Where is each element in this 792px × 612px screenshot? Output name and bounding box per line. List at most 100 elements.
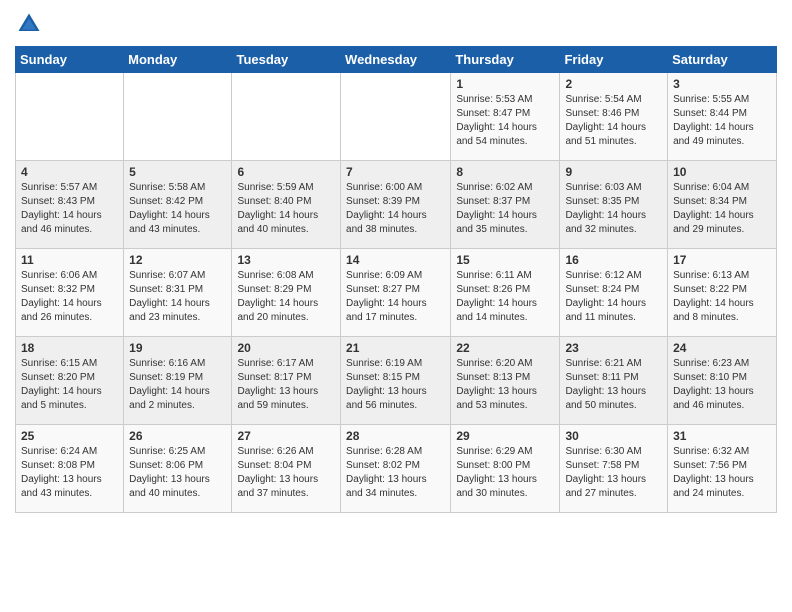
header-day-friday: Friday xyxy=(560,47,668,73)
calendar-cell: 16 Sunrise: 6:12 AM Sunset: 8:24 PM Dayli… xyxy=(560,249,668,337)
day-info: Sunrise: 6:13 AM Sunset: 8:22 PM Dayligh… xyxy=(673,269,771,325)
day-number: 5 xyxy=(129,165,226,179)
day-info: Sunrise: 6:09 AM Sunset: 8:27 PM Dayligh… xyxy=(346,269,445,325)
day-number: 8 xyxy=(456,165,554,179)
calendar-cell: 3Sunrise: 5:55 AM Sunset: 8:44 PM Daylig… xyxy=(668,73,777,161)
day-info: Sunrise: 6:30 AM Sunset: 7:58 PM Dayligh… xyxy=(565,445,662,501)
header-day-thursday: Thursday xyxy=(451,47,560,73)
day-number: 17 xyxy=(673,253,771,267)
day-number: 25 xyxy=(21,429,118,443)
day-info: Sunrise: 6:28 AM Sunset: 8:02 PM Dayligh… xyxy=(346,445,445,501)
day-info: Sunrise: 6:26 AM Sunset: 8:04 PM Dayligh… xyxy=(237,445,335,501)
day-info: Sunrise: 5:57 AM Sunset: 8:43 PM Dayligh… xyxy=(21,181,118,237)
logo xyxy=(15,10,47,38)
week-row-1: 4 Sunrise: 5:57 AM Sunset: 8:43 PM Daylig… xyxy=(16,161,777,249)
day-info: Sunrise: 5:58 AM Sunset: 8:42 PM Dayligh… xyxy=(129,181,226,237)
week-row-4: 25 Sunrise: 6:24 AM Sunset: 8:08 PM Dayli… xyxy=(16,425,777,513)
header-day-sunday: Sunday xyxy=(16,47,124,73)
calendar-cell: 8 Sunrise: 6:02 AM Sunset: 8:37 PM Daylig… xyxy=(451,161,560,249)
calendar-cell: 24 Sunrise: 6:23 AM Sunset: 8:10 PM Dayli… xyxy=(668,337,777,425)
calendar-cell: 12Sunrise: 6:07 AM Sunset: 8:31 PM Dayli… xyxy=(124,249,232,337)
calendar-cell: 21 Sunrise: 6:19 AM Sunset: 8:15 PM Dayli… xyxy=(341,337,451,425)
day-info: Sunrise: 6:03 AM Sunset: 8:35 PM Dayligh… xyxy=(565,181,662,237)
day-number: 11 xyxy=(21,253,118,267)
day-number: 7 xyxy=(346,165,445,179)
day-number: 10 xyxy=(673,165,771,179)
day-number: 29 xyxy=(456,429,554,443)
day-number: 23 xyxy=(565,341,662,355)
header-day-monday: Monday xyxy=(124,47,232,73)
week-row-3: 18 Sunrise: 6:15 AM Sunset: 8:20 PM Dayli… xyxy=(16,337,777,425)
calendar-cell: 28 Sunrise: 6:28 AM Sunset: 8:02 PM Dayli… xyxy=(341,425,451,513)
calendar-cell: 27Sunrise: 6:26 AM Sunset: 8:04 PM Dayli… xyxy=(232,425,341,513)
calendar-cell: 29Sunrise: 6:29 AM Sunset: 8:00 PM Dayli… xyxy=(451,425,560,513)
day-info: Sunrise: 6:15 AM Sunset: 8:20 PM Dayligh… xyxy=(21,357,118,413)
calendar-cell: 23 Sunrise: 6:21 AM Sunset: 8:11 PM Dayli… xyxy=(560,337,668,425)
calendar-cell: 30Sunrise: 6:30 AM Sunset: 7:58 PM Dayli… xyxy=(560,425,668,513)
calendar-cell xyxy=(232,73,341,161)
day-info: Sunrise: 6:04 AM Sunset: 8:34 PM Dayligh… xyxy=(673,181,771,237)
day-number: 13 xyxy=(237,253,335,267)
day-info: Sunrise: 6:16 AM Sunset: 8:19 PM Dayligh… xyxy=(129,357,226,413)
header-row: SundayMondayTuesdayWednesdayThursdayFrid… xyxy=(16,47,777,73)
calendar-cell: 26 Sunrise: 6:25 AM Sunset: 8:06 PM Dayli… xyxy=(124,425,232,513)
calendar-cell: 6 Sunrise: 5:59 AM Sunset: 8:40 PM Daylig… xyxy=(232,161,341,249)
day-number: 14 xyxy=(346,253,445,267)
day-number: 19 xyxy=(129,341,226,355)
day-info: Sunrise: 6:00 AM Sunset: 8:39 PM Dayligh… xyxy=(346,181,445,237)
day-info: Sunrise: 6:20 AM Sunset: 8:13 PM Dayligh… xyxy=(456,357,554,413)
day-info: Sunrise: 6:02 AM Sunset: 8:37 PM Dayligh… xyxy=(456,181,554,237)
day-info: Sunrise: 6:24 AM Sunset: 8:08 PM Dayligh… xyxy=(21,445,118,501)
calendar-cell: 9 Sunrise: 6:03 AM Sunset: 8:35 PM Daylig… xyxy=(560,161,668,249)
day-number: 12 xyxy=(129,253,226,267)
day-number: 26 xyxy=(129,429,226,443)
header xyxy=(15,10,777,38)
calendar-cell: 22 Sunrise: 6:20 AM Sunset: 8:13 PM Dayli… xyxy=(451,337,560,425)
day-info: Sunrise: 6:19 AM Sunset: 8:15 PM Dayligh… xyxy=(346,357,445,413)
day-info: Sunrise: 5:54 AM Sunset: 8:46 PM Dayligh… xyxy=(565,93,662,149)
day-info: Sunrise: 6:11 AM Sunset: 8:26 PM Dayligh… xyxy=(456,269,554,325)
calendar-cell xyxy=(341,73,451,161)
calendar-header: SundayMondayTuesdayWednesdayThursdayFrid… xyxy=(16,47,777,73)
calendar-cell: 7 Sunrise: 6:00 AM Sunset: 8:39 PM Daylig… xyxy=(341,161,451,249)
day-number: 28 xyxy=(346,429,445,443)
header-day-wednesday: Wednesday xyxy=(341,47,451,73)
day-number: 21 xyxy=(346,341,445,355)
header-day-saturday: Saturday xyxy=(668,47,777,73)
day-info: Sunrise: 6:08 AM Sunset: 8:29 PM Dayligh… xyxy=(237,269,335,325)
day-number: 16 xyxy=(565,253,662,267)
calendar-cell xyxy=(16,73,124,161)
calendar-cell: 31Sunrise: 6:32 AM Sunset: 7:56 PM Dayli… xyxy=(668,425,777,513)
day-number: 4 xyxy=(21,165,118,179)
day-number: 15 xyxy=(456,253,554,267)
header-day-tuesday: Tuesday xyxy=(232,47,341,73)
day-number: 24 xyxy=(673,341,771,355)
day-number: 18 xyxy=(21,341,118,355)
day-info: Sunrise: 5:59 AM Sunset: 8:40 PM Dayligh… xyxy=(237,181,335,237)
day-info: Sunrise: 6:17 AM Sunset: 8:17 PM Dayligh… xyxy=(237,357,335,413)
day-number: 6 xyxy=(237,165,335,179)
day-number: 1 xyxy=(456,77,554,91)
calendar-cell: 5 Sunrise: 5:58 AM Sunset: 8:42 PM Daylig… xyxy=(124,161,232,249)
calendar-cell: 14 Sunrise: 6:09 AM Sunset: 8:27 PM Dayli… xyxy=(341,249,451,337)
calendar-cell: 11 Sunrise: 6:06 AM Sunset: 8:32 PM Dayli… xyxy=(16,249,124,337)
calendar-cell: 15 Sunrise: 6:11 AM Sunset: 8:26 PM Dayli… xyxy=(451,249,560,337)
day-info: Sunrise: 6:25 AM Sunset: 8:06 PM Dayligh… xyxy=(129,445,226,501)
calendar-cell: 13 Sunrise: 6:08 AM Sunset: 8:29 PM Dayli… xyxy=(232,249,341,337)
day-number: 22 xyxy=(456,341,554,355)
calendar-cell: 10 Sunrise: 6:04 AM Sunset: 8:34 PM Dayli… xyxy=(668,161,777,249)
day-info: Sunrise: 5:53 AM Sunset: 8:47 PM Dayligh… xyxy=(456,93,554,149)
day-info: Sunrise: 6:12 AM Sunset: 8:24 PM Dayligh… xyxy=(565,269,662,325)
day-info: Sunrise: 5:55 AM Sunset: 8:44 PM Dayligh… xyxy=(673,93,771,149)
calendar-cell: 17 Sunrise: 6:13 AM Sunset: 8:22 PM Dayli… xyxy=(668,249,777,337)
day-info: Sunrise: 6:06 AM Sunset: 8:32 PM Dayligh… xyxy=(21,269,118,325)
calendar-cell: 20 Sunrise: 6:17 AM Sunset: 8:17 PM Dayli… xyxy=(232,337,341,425)
day-info: Sunrise: 6:21 AM Sunset: 8:11 PM Dayligh… xyxy=(565,357,662,413)
calendar-cell: 1 Sunrise: 5:53 AM Sunset: 8:47 PM Daylig… xyxy=(451,73,560,161)
week-row-0: 1 Sunrise: 5:53 AM Sunset: 8:47 PM Daylig… xyxy=(16,73,777,161)
day-number: 9 xyxy=(565,165,662,179)
day-info: Sunrise: 6:23 AM Sunset: 8:10 PM Dayligh… xyxy=(673,357,771,413)
calendar-table: SundayMondayTuesdayWednesdayThursdayFrid… xyxy=(15,46,777,513)
day-number: 20 xyxy=(237,341,335,355)
calendar-cell: 18 Sunrise: 6:15 AM Sunset: 8:20 PM Dayli… xyxy=(16,337,124,425)
